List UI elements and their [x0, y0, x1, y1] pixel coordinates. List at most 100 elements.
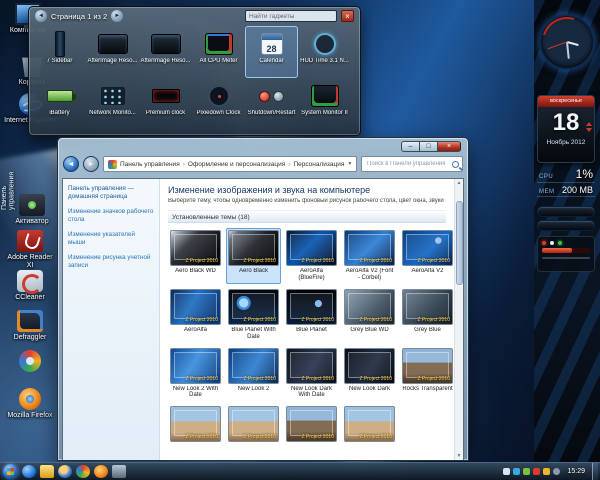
desktop-icon-ccleaner[interactable]: CCleaner — [4, 270, 56, 302]
theme-item-aeroalfa-v2-corbel[interactable]: Z Project 2010 AeroAlfa V2 (Font - Corbe… — [342, 228, 397, 284]
scrollbar-thumb[interactable] — [455, 201, 463, 285]
theme-item-grey-blue-wd[interactable]: Z Project 2010 Grey Blue WD — [342, 287, 397, 343]
theme-item-new-look-2-with-date[interactable]: Z Project 2010 New Look 2 With Date — [168, 346, 223, 402]
theme-item-new-look-2[interactable]: Z Project 2010 New Look 2 — [226, 346, 281, 402]
close-button[interactable]: × — [437, 141, 461, 152]
tray-icon[interactable] — [503, 468, 511, 475]
desktop-icon-adobe-reader[interactable]: Adobe Reader XI — [4, 230, 56, 270]
sidebar-link-desktop-icons[interactable]: Изменение значков рабочего стола — [68, 208, 154, 223]
theme-item-aeroalfa[interactable]: Z Project 2010 AeroAlfa — [168, 287, 223, 343]
desktop-icon-color-wheel-app[interactable] — [4, 350, 56, 374]
theme-item-aero-black[interactable]: Z Project 2010 Aero Black — [226, 228, 281, 284]
gadget-item-afterimage-2[interactable]: AfterImage Reso... — [139, 26, 192, 78]
theme-item-grey-blue[interactable]: Z Project 2010 Grey Blue — [400, 287, 454, 343]
gadget-item-7sidebar[interactable]: 7 Sidebar — [33, 26, 86, 78]
theme-thumbnail: Z Project 2010 — [286, 288, 337, 325]
taskbar-icon-chrome[interactable] — [76, 465, 90, 478]
hud-time-gadget-icon — [313, 30, 336, 58]
sidebar-link-control-panel-home[interactable]: Панель управления — домашняя страница — [68, 185, 154, 200]
taskbar-icon-internet-explorer[interactable] — [22, 465, 36, 478]
desktop-icon-label: Mozilla Firefox — [7, 412, 53, 419]
gadget-item-calendar[interactable]: 28 Calendar — [245, 26, 298, 78]
calendar-up-arrow-icon[interactable] — [586, 122, 592, 126]
breadcrumb-control-panel[interactable]: Панель управления — [120, 161, 180, 168]
taskbar-icon-app[interactable] — [112, 465, 126, 478]
control-panel-searchbox[interactable] — [361, 156, 463, 172]
theme-item-aeroalfa-bluefire[interactable]: Z Project 2010 AeroAlfa (BlueFire) — [284, 228, 339, 284]
theme-item-blue-planet[interactable]: Z Project 2010 Blue Planet — [284, 287, 339, 343]
search-input[interactable] — [365, 160, 452, 168]
theme-item[interactable]: Z Project 2010 — [342, 404, 397, 444]
desktop-icon-firefox[interactable]: Mozilla Firefox — [4, 388, 56, 420]
meter-bar — [537, 206, 595, 217]
theme-item-new-look-dark-with-date[interactable]: Z Project 2010 New Look Dark With Date — [284, 346, 339, 402]
cpu-meter-gadget[interactable]: CPU 1% MEM 200 MB — [537, 167, 595, 199]
scrollbar[interactable]: ▲ ▼ — [454, 179, 463, 460]
taskbar-icon-media-player[interactable] — [58, 465, 72, 478]
theme-item-aeroalfa-v2[interactable]: Z Project 2010 AeroAlfa V2 — [400, 228, 454, 284]
back-button[interactable]: ◄ — [63, 156, 79, 172]
theme-item-blue-planet-with-date[interactable]: Z Project 2010 Blue Planet With Date — [226, 287, 281, 343]
cpu-value: 1% — [575, 167, 593, 181]
taskbar-icon-explorer[interactable] — [40, 465, 54, 478]
tray-icon[interactable] — [533, 468, 541, 475]
start-button[interactable] — [3, 464, 18, 479]
tray-icon[interactable] — [543, 468, 551, 475]
gallery-close-button[interactable]: × — [341, 10, 354, 22]
analog-clock-gadget[interactable] — [539, 14, 595, 70]
monitor-gadget-icon — [150, 30, 181, 58]
window-body: Панель управления — домашняя страница Из… — [62, 178, 464, 460]
tray-icon[interactable] — [513, 468, 521, 475]
tray-icon[interactable] — [553, 468, 561, 475]
gadget-item-ibattery[interactable]: iBattery — [33, 78, 86, 130]
theme-item-new-look-dark[interactable]: Z Project 2010 New Look Dark — [342, 346, 397, 402]
taskbar-clock[interactable]: 15:29 — [563, 468, 589, 475]
breadcrumb-appearance[interactable]: Оформление и персонализация — [188, 161, 285, 168]
theme-thumbnail: Z Project 2010 — [286, 406, 337, 443]
cpu-row: CPU 1% — [537, 167, 595, 183]
white-status-dot — [550, 241, 554, 245]
theme-item[interactable]: Z Project 2010 — [226, 404, 281, 444]
gallery-prev-page-button[interactable]: ◄ — [35, 10, 47, 22]
tray-icon[interactable] — [523, 468, 531, 475]
refresh-icon[interactable]: ↻ — [355, 160, 356, 169]
watermark: Z Project 2010 — [359, 375, 392, 382]
maximize-button[interactable]: □ — [419, 141, 437, 152]
minimize-button[interactable]: – — [401, 141, 419, 152]
desktop-icon-activator[interactable]: Активатор — [6, 194, 58, 226]
taskbar-icon-firefox[interactable] — [94, 465, 108, 478]
scroll-up-icon[interactable]: ▲ — [457, 179, 462, 187]
theme-item-rocks-transparent[interactable]: Z Project 2010 Rocks Transparent — [400, 346, 454, 402]
gallery-search-input[interactable] — [245, 10, 337, 22]
gadget-item-system-monitor[interactable]: System Monitor II — [298, 78, 351, 130]
theme-thumbnail: Z Project 2010 — [286, 230, 337, 266]
show-desktop-button[interactable] — [592, 462, 598, 480]
gadget-item-hud-time[interactable]: HUD Time 3.1 N... — [298, 26, 351, 78]
breadcrumb-personalization[interactable]: Персонализация — [293, 161, 344, 168]
theme-item[interactable]: Z Project 2010 — [284, 404, 339, 444]
calendar-gadget[interactable]: воскресенье 18 Ноябрь 2012 — [537, 95, 595, 163]
theme-item-aero-black-wd[interactable]: Z Project 2010 Aero Black WD — [168, 228, 223, 284]
gallery-page-label: Страница 1 из 2 — [51, 11, 108, 21]
calendar-down-arrow-icon[interactable] — [586, 128, 592, 132]
meter-bars-gadget[interactable] — [537, 206, 595, 234]
gadget-item-afterimage-1[interactable]: AfterImage Reso... — [86, 26, 139, 78]
gadget-item-shutdown-restart[interactable]: Shutdown/Restart — [245, 78, 298, 130]
indicator-gadget[interactable] — [537, 236, 595, 272]
sidebar-link-account-picture[interactable]: Изменение рисунка учетной записи — [68, 254, 154, 269]
ccleaner-icon — [17, 270, 43, 294]
breadcrumb[interactable]: Панель управления › Оформление и персона… — [103, 156, 357, 172]
breadcrumb-dropdown-icon[interactable]: ▼ — [347, 161, 352, 167]
gadget-item-all-cpu-meter[interactable]: All CPU Meter — [192, 26, 245, 78]
forward-button[interactable]: ► — [83, 156, 99, 172]
gadget-item-pixiedown-clock[interactable]: Pixiedown Clock — [192, 78, 245, 130]
gadget-item-premium-clock[interactable]: Premium clock — [139, 78, 192, 130]
adobe-reader-icon — [17, 230, 43, 252]
theme-item[interactable]: Z Project 2010 — [168, 404, 223, 444]
gadget-item-network-monitor[interactable]: Network Monito... — [86, 78, 139, 130]
gallery-next-page-button[interactable]: ► — [111, 10, 124, 22]
desktop-icon-defraggler[interactable]: Defraggler — [4, 310, 56, 342]
sidebar-link-mouse-pointers[interactable]: Изменение указателей мыши — [68, 231, 154, 246]
watermark: Z Project 2010 — [185, 258, 218, 264]
scroll-down-icon[interactable]: ▼ — [457, 452, 462, 460]
